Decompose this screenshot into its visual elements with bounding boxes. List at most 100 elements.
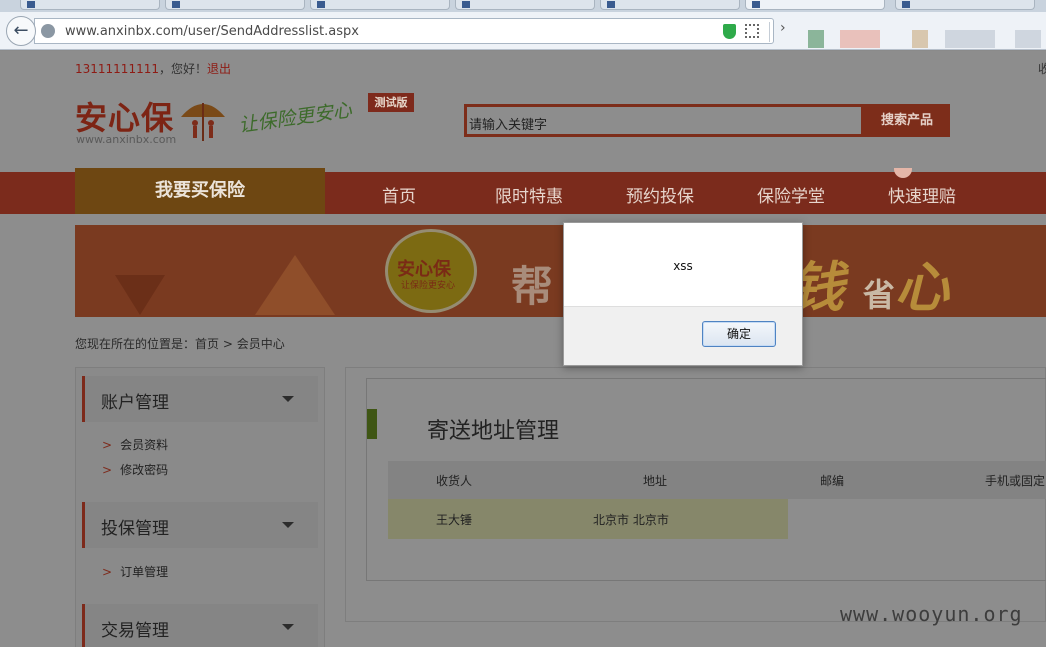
- separator: [769, 22, 770, 42]
- main-nav: 我要买保险 首页 限时特惠 预约投保 保险学堂 快速理赔: [0, 168, 1046, 214]
- chevron-right-icon: >: [102, 565, 113, 579]
- banner-headline-left: 帮: [511, 262, 554, 311]
- breadcrumb-prefix: 您现在所在的位置是：: [75, 337, 196, 351]
- blurred-toolbar-icon: [1015, 30, 1041, 48]
- cell-zip: [788, 499, 963, 539]
- tab-favicon-icon: [462, 1, 470, 8]
- search-button[interactable]: 搜索产品: [864, 104, 950, 137]
- caret-down-icon: [282, 522, 294, 528]
- sidebar-section-account[interactable]: 账户管理: [82, 376, 318, 422]
- blurred-toolbar-icon: [840, 30, 880, 48]
- slogan: 让保险更安心: [237, 99, 354, 137]
- sidebar-link-orders[interactable]: > 订单管理: [102, 563, 168, 580]
- table-row[interactable]: 王大锤 北京市 北京市: [388, 499, 1046, 539]
- user-greeting: 13111111111，您好！退出: [75, 60, 231, 77]
- nav-item-specials[interactable]: 限时特惠: [495, 182, 563, 207]
- nav-item-booking[interactable]: 预约投保: [626, 182, 694, 207]
- sidebar-section-title: 交易管理: [101, 621, 169, 641]
- address-panel: 寄送地址管理 收货人 地址 邮编 手机或固定 王大锤 北京市 北京市: [366, 378, 1046, 581]
- nav-item-claims[interactable]: 快速理赔: [888, 182, 956, 207]
- browser-tab[interactable]: [895, 0, 1035, 10]
- column-header: 地址: [563, 461, 788, 499]
- browser-address-bar: www.anxinbx.com/user/SendAddresslist.asp…: [0, 12, 1046, 50]
- sidebar-link-password[interactable]: > 修改密码: [102, 461, 168, 478]
- blurred-toolbar-icon: [912, 30, 928, 48]
- sidebar-section-policy[interactable]: 投保管理: [82, 502, 318, 548]
- banner-char: 心: [894, 256, 949, 317]
- shield-icon[interactable]: [723, 24, 736, 39]
- browser-tab-active[interactable]: [745, 0, 885, 10]
- chevron-right-icon: >: [102, 438, 113, 452]
- main-content: 寄送地址管理 收货人 地址 邮编 手机或固定 王大锤 北京市 北京市: [345, 367, 1046, 622]
- promo-banner[interactable]: 安心保 让保险更安心 帮 钱 省心: [75, 225, 1046, 317]
- banner-decoration: [115, 275, 165, 315]
- cell-phone: [963, 499, 1046, 539]
- tab-favicon-icon: [752, 1, 760, 8]
- url-text[interactable]: www.anxinbx.com/user/SendAddresslist.asp…: [65, 24, 359, 39]
- greeting-text: ，您好！: [158, 62, 207, 76]
- tab-favicon-icon: [317, 1, 325, 8]
- qr-code-icon[interactable]: [745, 24, 759, 38]
- url-field[interactable]: www.anxinbx.com/user/SendAddresslist.asp…: [34, 18, 774, 44]
- browser-tab[interactable]: [310, 0, 450, 10]
- breadcrumb: 您现在所在的位置是：首页 > 会员中心: [75, 335, 285, 352]
- alert-dialog: xss 确定: [563, 222, 803, 366]
- beta-badge: 测试版: [368, 93, 414, 112]
- watermark: www.wooyun.org: [840, 602, 1023, 626]
- sidebar-link-label: 订单管理: [120, 565, 169, 579]
- more-chevron-icon[interactable]: ›: [780, 20, 786, 36]
- logout-link[interactable]: 退出: [207, 62, 231, 76]
- column-header: 邮编: [788, 461, 963, 499]
- user-phone: 13111111111: [75, 62, 159, 76]
- banner-decoration: [255, 255, 335, 315]
- sidebar-section-trade[interactable]: 交易管理: [82, 604, 318, 647]
- chevron-right-icon: >: [102, 463, 113, 477]
- tab-favicon-icon: [607, 1, 615, 8]
- nav-item-home[interactable]: 首页: [382, 182, 416, 207]
- top-right-link[interactable]: 收: [1038, 60, 1046, 77]
- browser-tab[interactable]: [20, 0, 160, 10]
- caret-down-icon: [282, 396, 294, 402]
- tab-favicon-icon: [172, 1, 180, 8]
- banner-char: 省: [862, 276, 895, 314]
- alert-message: xss: [673, 259, 693, 273]
- tab-favicon-icon: [27, 1, 35, 8]
- breadcrumb-home[interactable]: 首页: [195, 337, 219, 351]
- member-sidebar: 账户管理 > 会员资料 > 修改密码 投保管理 > 订单管理 交易管理: [75, 367, 325, 647]
- alert-body: xss: [564, 223, 802, 307]
- banner-headline-right: 钱 省心: [790, 243, 949, 317]
- browser-tab[interactable]: [165, 0, 305, 10]
- sidebar-link-label: 修改密码: [120, 463, 169, 477]
- nav-buy-insurance[interactable]: 我要买保险: [75, 168, 325, 214]
- browser-tab[interactable]: [455, 0, 595, 10]
- ok-button[interactable]: 确定: [702, 321, 776, 347]
- globe-icon: [41, 24, 55, 38]
- logo-url-text: www.anxinbx.com: [76, 133, 177, 146]
- browser-tab[interactable]: [600, 0, 740, 10]
- back-button[interactable]: ←: [6, 16, 36, 46]
- blurred-toolbar-icon: [808, 30, 824, 48]
- sidebar-link-profile[interactable]: > 会员资料: [102, 436, 168, 453]
- title-accent-bar: [367, 409, 377, 439]
- table-header-row: 收货人 地址 邮编 手机或固定: [388, 461, 1046, 499]
- umbrella-family-icon: [181, 103, 225, 141]
- tab-favicon-icon: [902, 1, 910, 8]
- caret-down-icon: [282, 624, 294, 630]
- browser-tab-strip: [0, 0, 1046, 12]
- nav-active-indicator: [894, 168, 912, 178]
- cell-recipient: 王大锤: [388, 499, 563, 539]
- address-table: 收货人 地址 邮编 手机或固定 王大锤 北京市 北京市: [388, 461, 1046, 539]
- page-title: 寄送地址管理: [427, 419, 560, 444]
- sidebar-link-label: 会员资料: [120, 438, 169, 452]
- blurred-toolbar-icon: [945, 30, 995, 48]
- column-header: 收货人: [388, 461, 563, 499]
- back-arrow-icon: ←: [13, 20, 29, 41]
- nav-item-school[interactable]: 保险学堂: [757, 182, 825, 207]
- column-header: 手机或固定: [963, 461, 1046, 499]
- sidebar-section-title: 投保管理: [101, 519, 169, 539]
- breadcrumb-current[interactable]: 会员中心: [237, 337, 285, 351]
- breadcrumb-separator: >: [222, 337, 233, 351]
- banner-badge-subtitle: 让保险更安心: [401, 281, 456, 291]
- search-input[interactable]: 请输入关键字: [464, 104, 864, 137]
- cell-address: 北京市 北京市: [563, 499, 788, 539]
